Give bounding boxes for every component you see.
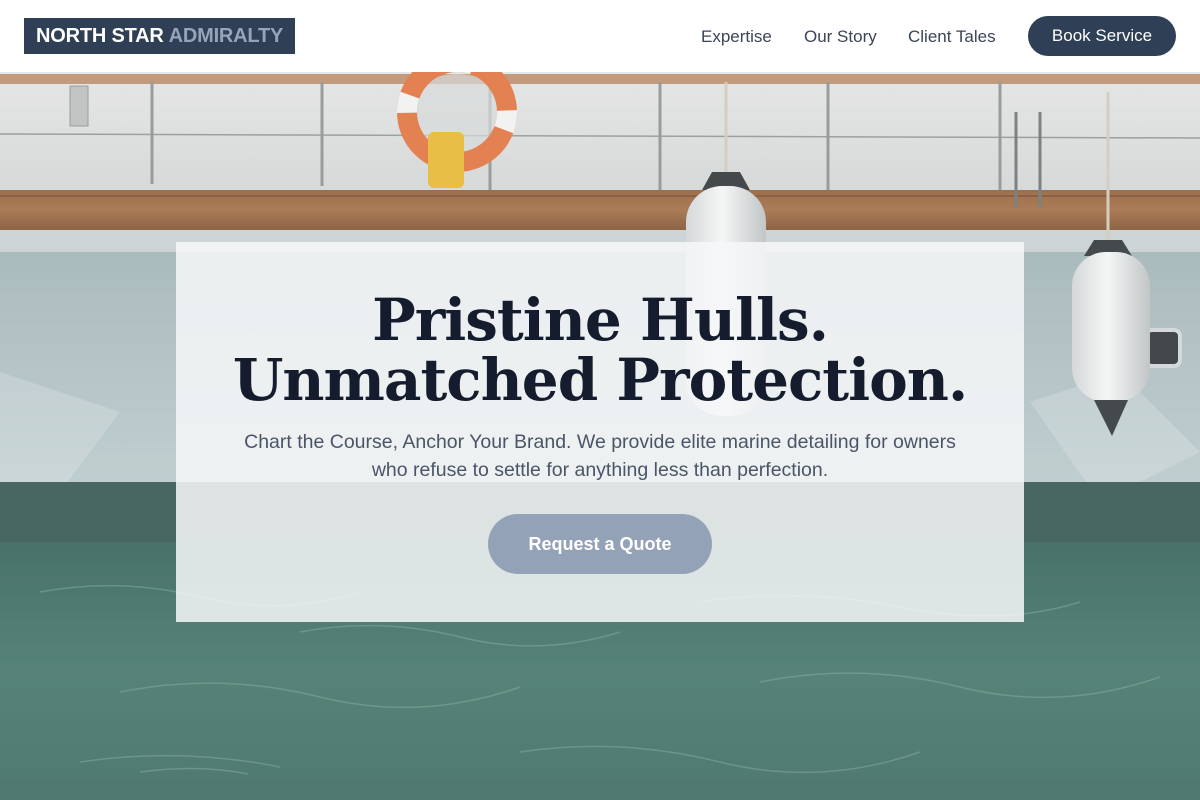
hero-subtext: Chart the Course, Anchor Your Brand. We … xyxy=(244,431,956,481)
nav-link-client-tales[interactable]: Client Tales xyxy=(908,27,996,47)
hero-headline-line-2: Unmatched Protection. xyxy=(232,346,968,414)
hero-headline-line-1: Pristine Hulls. xyxy=(372,286,829,354)
hero-headline: Pristine Hulls. Unmatched Protection. xyxy=(176,290,1024,410)
brand-name-primary: NORTH STAR xyxy=(36,24,164,47)
nav-link-expertise[interactable]: Expertise xyxy=(701,27,772,47)
site-header: NORTH STAR ADMIRALTY Expertise Our Story… xyxy=(0,0,1200,72)
hero-card: Pristine Hulls. Unmatched Protection. Ch… xyxy=(176,242,1024,622)
nav-link-our-story[interactable]: Our Story xyxy=(804,27,877,47)
brand-name-secondary: ADMIRALTY xyxy=(168,24,284,47)
request-quote-button[interactable]: Request a Quote xyxy=(488,514,712,574)
book-service-button[interactable]: Book Service xyxy=(1028,16,1176,56)
brand-logo[interactable]: NORTH STAR ADMIRALTY xyxy=(24,18,296,54)
